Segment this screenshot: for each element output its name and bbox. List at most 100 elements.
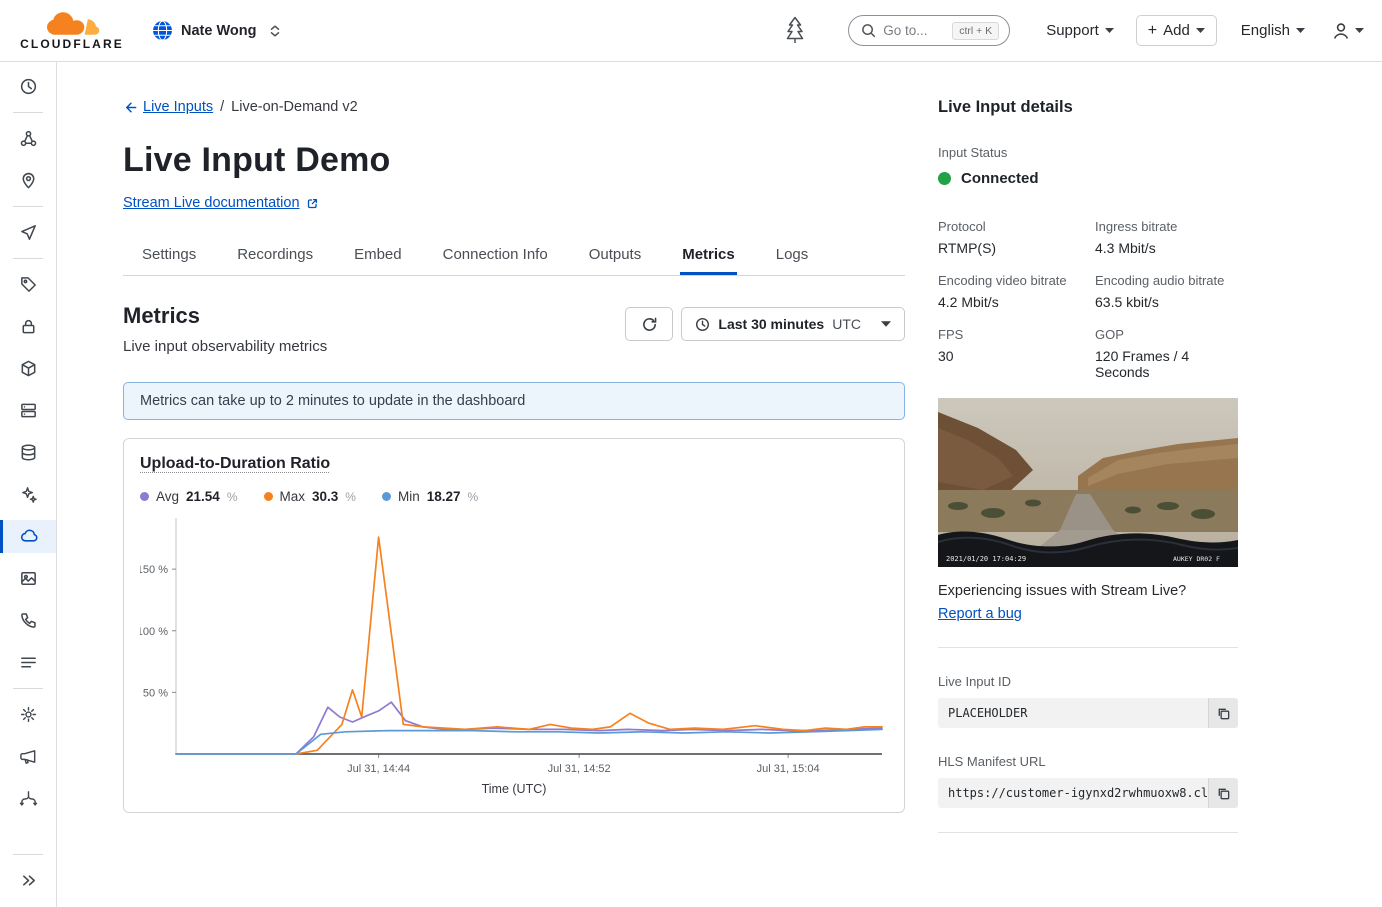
location-pin-icon[interactable] (12, 164, 45, 197)
field-value: 4.2 Mbit/s (938, 294, 1081, 310)
refresh-button[interactable] (625, 307, 673, 341)
tab-recordings[interactable]: Recordings (235, 236, 315, 275)
input-status-row: Connected (938, 170, 1238, 187)
live-input-id-value: PLACEHOLDER (938, 698, 1208, 728)
account-switcher[interactable]: Nate Wong (152, 20, 282, 41)
breadcrumb-current: Live-on-Demand v2 (231, 99, 358, 115)
settings-gear-icon[interactable] (12, 698, 45, 731)
legend-item-min: Min 18.27 % (382, 489, 478, 504)
copy-icon (1216, 706, 1231, 721)
support-menu[interactable]: Support (1046, 22, 1114, 39)
report-bug-link[interactable]: Report a bug (938, 606, 1022, 622)
chart-title: Upload-to-Duration Ratio (140, 455, 330, 473)
time-range-label: Last 30 minutes (718, 316, 824, 332)
tab-connection-info[interactable]: Connection Info (441, 236, 550, 275)
hls-manifest-value: https://customer-igynxd2rwhmuoxw8.cloudf (938, 778, 1208, 808)
account-sort-icon (268, 24, 282, 38)
tag-icon[interactable] (12, 268, 45, 301)
dashcam-timestamp: 2021/01/20 17:04:29 (946, 555, 1026, 563)
live-input-id-label: Live Input ID (938, 674, 1238, 689)
add-label: Add (1163, 22, 1190, 39)
user-menu[interactable] (1331, 21, 1364, 41)
chart-legend: Avg 21.54 % Max 30.3 % Min 18.27 % (140, 489, 888, 504)
calls-icon[interactable] (12, 604, 45, 637)
status-dot (938, 172, 951, 185)
field-label: FPS (938, 327, 1081, 342)
svg-text:100 %: 100 % (140, 626, 168, 638)
legend-name: Avg (156, 489, 179, 504)
images-icon[interactable] (12, 562, 45, 595)
chevron-down-icon (1196, 28, 1205, 33)
tab-logs[interactable]: Logs (774, 236, 811, 275)
svg-text:50 %: 50 % (143, 687, 168, 699)
sidebar-divider (13, 206, 43, 207)
cloudflare-cloud-icon (43, 10, 101, 36)
legend-unit: % (468, 490, 479, 504)
time-range-zone: UTC (832, 316, 861, 332)
sidebar-divider (13, 112, 43, 113)
stream-icon[interactable] (0, 520, 56, 553)
dashcam-watermark: AUKEY DR02 F (1173, 555, 1220, 563)
language-menu[interactable]: English (1241, 22, 1305, 39)
field-value: 63.5 kbit/s (1095, 294, 1238, 310)
legend-dot-max (264, 492, 273, 501)
collapse-sidebar-icon[interactable] (12, 864, 45, 897)
chevron-down-icon (1105, 28, 1114, 33)
search-shortcut-badge: ctrl + K (952, 22, 999, 40)
chevron-down-icon (881, 321, 891, 327)
input-status-label: Input Status (938, 145, 1238, 160)
database-icon[interactable] (12, 436, 45, 469)
network-icon[interactable] (12, 122, 45, 155)
queues-icon[interactable] (12, 646, 45, 679)
clock-icon[interactable] (12, 70, 45, 103)
back-to-live-inputs-link[interactable]: Live Inputs (123, 99, 213, 115)
chart-card: Upload-to-Duration Ratio Avg 21.54 % Max… (123, 438, 905, 813)
video-preview[interactable]: 2021/01/20 17:04:29 AUKEY DR02 F (938, 398, 1238, 567)
top-header: CLOUDFLARE Nate Wong ctrl + K S (0, 0, 1382, 62)
stream-metadata-grid: Protocol RTMP(S) Ingress bitrate 4.3 Mbi… (938, 219, 1238, 380)
field-label: Protocol (938, 219, 1081, 234)
copy-hls-manifest-button[interactable] (1208, 778, 1238, 808)
hls-manifest-label: HLS Manifest URL (938, 754, 1238, 769)
package-icon[interactable] (12, 352, 45, 385)
video-preview-frame: 2021/01/20 17:04:29 AUKEY DR02 F (938, 398, 1238, 567)
upload-duration-chart: 50 %100 %150 %Jul 31, 14:44Jul 31, 14:52… (140, 512, 888, 780)
split-icon[interactable] (12, 782, 45, 815)
meta-field: Protocol RTMP(S) (938, 219, 1081, 256)
external-link-icon (306, 197, 319, 210)
tab-outputs[interactable]: Outputs (587, 236, 644, 275)
time-range-dropdown[interactable]: Last 30 minutes UTC (681, 307, 905, 341)
server-icon[interactable] (12, 394, 45, 427)
legend-value: 21.54 (186, 489, 220, 504)
tab-embed[interactable]: Embed (352, 236, 404, 275)
clock-icon (695, 317, 710, 332)
legend-unit: % (227, 490, 238, 504)
language-label: English (1241, 22, 1290, 39)
field-label: Encoding audio bitrate (1095, 273, 1238, 288)
meta-field: Encoding video bitrate 4.2 Mbit/s (938, 273, 1081, 310)
field-label: Ingress bitrate (1095, 219, 1238, 234)
legend-name: Max (280, 489, 306, 504)
field-label: Encoding video bitrate (938, 273, 1081, 288)
ai-sparkles-icon[interactable] (12, 478, 45, 511)
field-value: 120 Frames / 4 Seconds (1095, 348, 1238, 380)
svg-text:Jul 31, 15:04: Jul 31, 15:04 (757, 763, 820, 775)
navigation-icon[interactable] (12, 216, 45, 249)
tab-bar: Settings Recordings Embed Connection Inf… (123, 236, 905, 276)
feedback-megaphone-icon[interactable] (12, 740, 45, 773)
lock-icon[interactable] (12, 310, 45, 343)
metrics-section-title: Metrics (123, 303, 327, 329)
stream-docs-link[interactable]: Stream Live documentation (123, 195, 319, 211)
tab-metrics[interactable]: Metrics (680, 236, 737, 275)
global-search[interactable]: ctrl + K (848, 15, 1010, 46)
search-input[interactable] (883, 23, 945, 38)
chart-x-axis-title: Time (UTC) (140, 782, 888, 800)
tab-settings[interactable]: Settings (140, 236, 198, 275)
refresh-icon (641, 316, 658, 333)
meta-field: FPS 30 (938, 327, 1081, 380)
copy-icon (1216, 786, 1231, 801)
tree-icon (782, 15, 808, 46)
cloudflare-logo[interactable]: CLOUDFLARE (16, 10, 128, 51)
copy-live-input-id-button[interactable] (1208, 698, 1238, 728)
add-button[interactable]: + Add (1136, 15, 1217, 46)
